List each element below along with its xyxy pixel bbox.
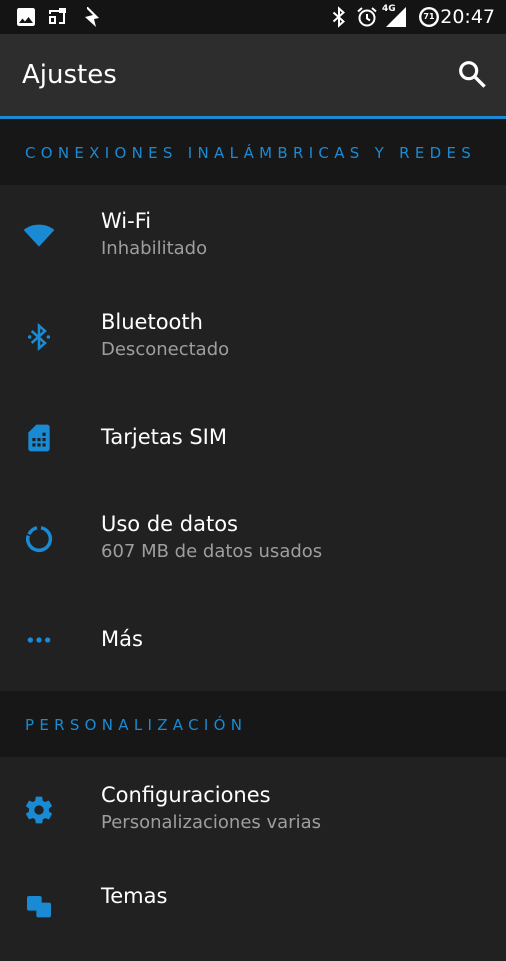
settings-item-title: Bluetooth bbox=[101, 310, 203, 334]
section-header-label: CONEXIONES INALÁMBRICAS Y REDES bbox=[25, 144, 477, 162]
settings-item-configuraciones[interactable]: Configuraciones Personalizaciones varias bbox=[0, 759, 506, 860]
bluetooth-icon bbox=[327, 5, 351, 29]
flash-icon bbox=[80, 5, 104, 29]
wifi-icon bbox=[23, 220, 55, 252]
settings-item-title: Más bbox=[101, 627, 143, 651]
settings-item-subtitle: 607 MB de datos usados bbox=[101, 541, 323, 562]
settings-item-title: Temas bbox=[101, 884, 168, 908]
settings-item-subtitle: Inhabilitado bbox=[101, 238, 208, 259]
settings-item-more[interactable]: Más bbox=[0, 589, 506, 690]
status-bar: 4G 71 20:47 bbox=[0, 0, 506, 34]
settings-item-data-usage[interactable]: Uso de datos 607 MB de datos usados bbox=[0, 488, 506, 589]
more-horiz-icon bbox=[23, 624, 55, 656]
app-bar: Ajustes bbox=[0, 34, 506, 116]
settings-item-sim-cards[interactable]: Tarjetas SIM bbox=[0, 387, 506, 488]
settings-item-wifi[interactable]: Wi-Fi Inhabilitado bbox=[0, 185, 506, 286]
settings-item-bluetooth[interactable]: Bluetooth Desconectado bbox=[0, 286, 506, 387]
cast-icon bbox=[46, 5, 70, 29]
page-title: Ajustes bbox=[22, 60, 117, 90]
settings-item-title: Wi-Fi bbox=[101, 209, 152, 233]
themes-icon bbox=[23, 892, 55, 924]
search-icon bbox=[459, 61, 486, 88]
section-header-wireless: CONEXIONES INALÁMBRICAS Y REDES bbox=[0, 119, 506, 185]
alarm-icon bbox=[355, 5, 379, 29]
section-header-personalization: PERSONALIZACIÓN bbox=[0, 691, 506, 757]
bluetooth-icon bbox=[23, 321, 55, 353]
sim-card-icon bbox=[23, 422, 55, 454]
search-button[interactable] bbox=[456, 58, 488, 90]
data-usage-icon bbox=[23, 523, 55, 555]
settings-item-title: Tarjetas SIM bbox=[101, 425, 227, 449]
gear-icon bbox=[23, 794, 55, 826]
status-time: 20:47 bbox=[440, 6, 495, 28]
settings-item-temas[interactable]: Temas bbox=[0, 860, 506, 961]
battery-level-label: 71 bbox=[423, 12, 435, 21]
settings-item-subtitle: Desconectado bbox=[101, 339, 230, 360]
settings-item-subtitle: Personalizaciones varias bbox=[101, 812, 321, 833]
image-icon bbox=[14, 5, 38, 29]
settings-item-title: Configuraciones bbox=[101, 783, 271, 807]
section-header-label: PERSONALIZACIÓN bbox=[25, 716, 248, 734]
settings-item-title: Uso de datos bbox=[101, 512, 238, 536]
network-type-label: 4G bbox=[382, 4, 396, 14]
